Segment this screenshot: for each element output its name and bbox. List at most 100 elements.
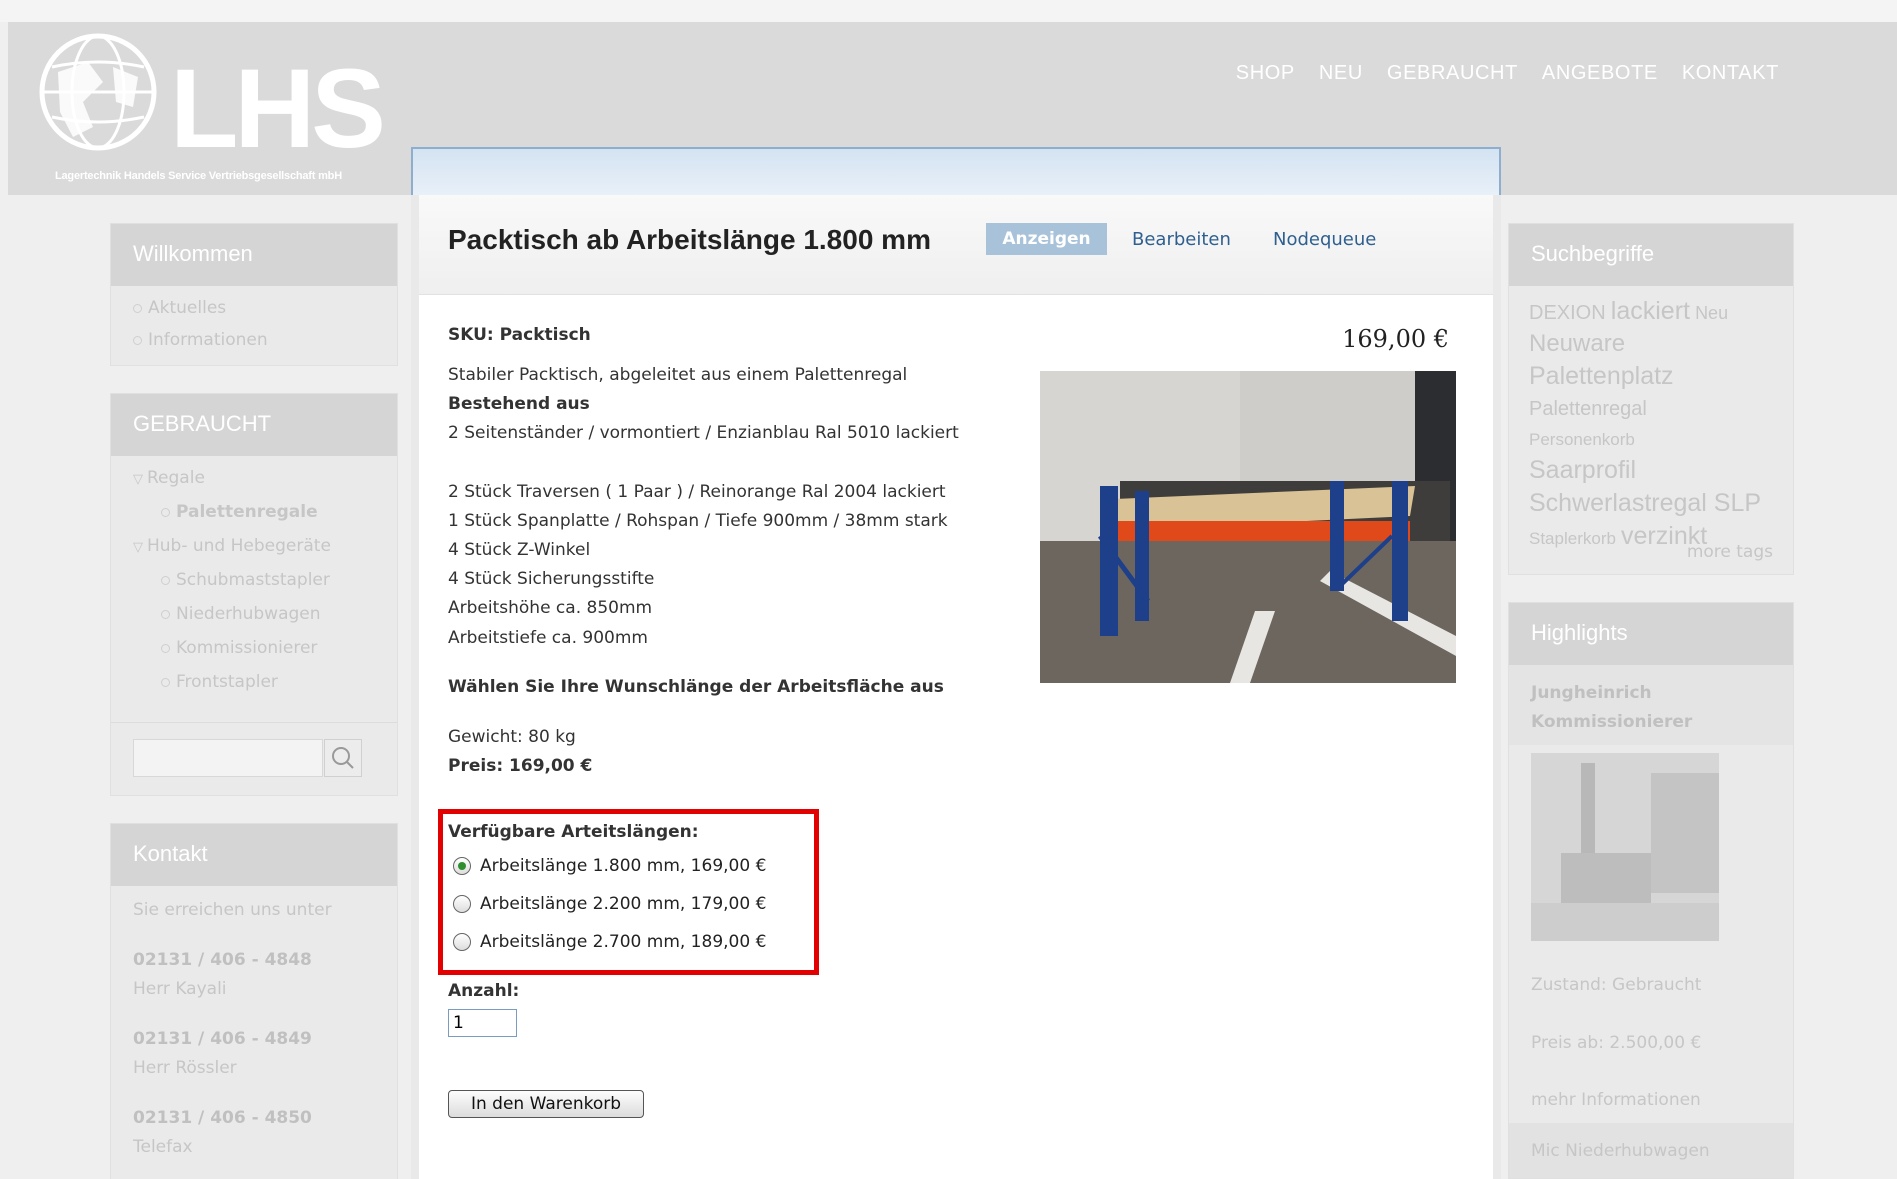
weight-text: Gewicht: 80 kg bbox=[448, 727, 576, 747]
tag-personenkorb[interactable]: Personenkorb bbox=[1529, 430, 1635, 449]
menu-item-palettenregale[interactable]: Palettenregale bbox=[133, 502, 375, 522]
top-strip bbox=[0, 0, 1897, 22]
welcome-title: Willkommen bbox=[111, 224, 397, 286]
menu-item-aktuelles[interactable]: Aktuelles bbox=[133, 298, 375, 318]
desc-line-5: 1 Stück Spanplatte / Rohspan / Tiefe 900… bbox=[448, 511, 948, 531]
option-1800-label: Arbeitslänge 1.800 mm, 169,00 € bbox=[480, 856, 767, 876]
main-nav: SHOP NEU GEBRAUCHT ANGEBOTE KONTAKT bbox=[1236, 62, 1779, 85]
bullet-icon bbox=[161, 507, 170, 517]
nav-gebraucht[interactable]: GEBRAUCHT bbox=[1387, 62, 1518, 85]
site-logo[interactable]: LHS Lagertechnik Handels Service Vertrie… bbox=[38, 32, 408, 192]
option-1800[interactable]: Arbeitslänge 1.800 mm, 169,00 € bbox=[453, 856, 766, 876]
desc-line-4: 2 Stück Traversen ( 1 Paar ) / Reinorang… bbox=[448, 482, 946, 502]
tag-lackiert[interactable]: lackiert bbox=[1611, 297, 1690, 325]
welcome-block: Willkommen Aktuelles Informationen bbox=[110, 223, 398, 366]
menu-item-regale[interactable]: ▽ Regale bbox=[133, 468, 375, 488]
desc-line-1: Stabiler Packtisch, abgeleitet aus einem… bbox=[448, 365, 908, 385]
search-icon bbox=[332, 747, 354, 769]
menu-item-schubmaststapler[interactable]: Schubmaststapler bbox=[133, 570, 375, 590]
content-left-edge bbox=[411, 195, 419, 1179]
nav-kontakt[interactable]: KONTAKT bbox=[1682, 62, 1779, 85]
bullet-icon bbox=[161, 677, 170, 687]
highlight-more-link[interactable]: mehr Informationen bbox=[1531, 1090, 1701, 1110]
tab-anzeigen[interactable]: Anzeigen bbox=[986, 223, 1107, 255]
used-block: GEBRAUCHT ▽ Regale Palettenregale ▽ Hub- u… bbox=[110, 393, 398, 796]
option-2700[interactable]: Arbeitslänge 2.700 mm, 189,00 € bbox=[453, 932, 766, 952]
option-2200[interactable]: Arbeitslänge 2.200 mm, 179,00 € bbox=[453, 894, 766, 914]
forklift-photo bbox=[1531, 753, 1719, 941]
price-line: Preis: 169,00 € bbox=[448, 756, 593, 776]
content-topbar bbox=[411, 147, 1501, 195]
triangle-down-icon: ▽ bbox=[133, 540, 143, 555]
radio-1800[interactable] bbox=[453, 857, 471, 875]
divider bbox=[111, 722, 397, 723]
tag-palettenplatz[interactable]: Palettenplatz bbox=[1529, 362, 1674, 390]
tag-schwerlastregal[interactable]: Schwerlastregal SLP bbox=[1529, 489, 1761, 517]
contact-phone-1: 02131 / 406 - 4848 bbox=[133, 950, 312, 970]
contact-name-2: Herr Rössler bbox=[133, 1058, 237, 1078]
tags-title: Suchbegriffe bbox=[1509, 224, 1793, 286]
tag-saarprofil[interactable]: Saarprofil bbox=[1529, 456, 1636, 484]
more-tags-link[interactable]: more tags bbox=[1687, 542, 1773, 562]
tags-block: Suchbegriffe DEXION lackiert Neu Neuware… bbox=[1508, 223, 1794, 575]
menu-item-hub-hebegeraete[interactable]: ▽ Hub- und Hebegeräte bbox=[133, 536, 375, 556]
menu-item-kommissionierer[interactable]: Kommissionierer bbox=[133, 638, 375, 658]
tag-palettenregal[interactable]: Palettenregal bbox=[1529, 398, 1647, 420]
highlight-condition: Zustand: Gebraucht bbox=[1531, 975, 1702, 995]
nav-angebote[interactable]: ANGEBOTE bbox=[1542, 62, 1658, 85]
nav-shop[interactable]: SHOP bbox=[1236, 62, 1295, 85]
logo-slogan: Lagertechnik Handels Service Vertriebsge… bbox=[55, 170, 342, 182]
attributes-box: Verfügbare Arteitslängen: Arbeitslänge 1… bbox=[438, 809, 819, 975]
tag-staplerkorb[interactable]: Staplerkorb bbox=[1529, 529, 1616, 548]
desc-line-2: Bestehend aus bbox=[448, 394, 590, 414]
contact-phone-2: 02131 / 406 - 4849 bbox=[133, 1029, 312, 1049]
tag-neuware[interactable]: Neuware bbox=[1529, 330, 1625, 357]
radio-2200[interactable] bbox=[453, 895, 471, 913]
svg-text:LHS: LHS bbox=[170, 46, 382, 171]
used-title: GEBRAUCHT bbox=[111, 394, 397, 456]
product-image[interactable] bbox=[1040, 371, 1456, 683]
content-right-edge bbox=[1493, 195, 1501, 1179]
option-2200-label: Arbeitslänge 2.200 mm, 179,00 € bbox=[480, 894, 767, 914]
menu-item-frontstapler[interactable]: Frontstapler bbox=[133, 672, 375, 692]
desc-line-9: Arbeitstiefe ca. 900mm bbox=[448, 628, 648, 648]
radio-2700[interactable] bbox=[453, 933, 471, 951]
nav-neu[interactable]: NEU bbox=[1319, 62, 1363, 85]
add-to-cart-button[interactable]: In den Warenkorb bbox=[448, 1090, 644, 1118]
globe-logo-icon: LHS bbox=[39, 33, 386, 171]
menu-item-niederhubwagen[interactable]: Niederhubwagen bbox=[133, 604, 375, 624]
page-title: Packtisch ab Arbeitslänge 1.800 mm bbox=[448, 224, 931, 255]
bullet-icon bbox=[133, 335, 142, 345]
bullet-icon bbox=[161, 575, 170, 585]
product-price: 169,00 € bbox=[1342, 325, 1449, 353]
tag-dexion[interactable]: DEXION bbox=[1529, 302, 1606, 324]
contact-name-1: Herr Kayali bbox=[133, 979, 227, 999]
attributes-label: Verfügbare Arteitslängen: bbox=[448, 822, 699, 842]
triangle-down-icon: ▽ bbox=[133, 472, 143, 487]
tag-neu[interactable]: Neu bbox=[1695, 303, 1728, 323]
product-sku: SKU: Packtisch bbox=[448, 325, 591, 345]
choose-length-text: Wählen Sie Ihre Wunschlänge der Arbeitsf… bbox=[448, 677, 944, 697]
highlights-title: Highlights bbox=[1509, 603, 1793, 665]
quantity-input[interactable] bbox=[448, 1009, 517, 1037]
desc-line-3: 2 Seitenständer / vormontiert / Enzianbl… bbox=[448, 423, 959, 443]
quantity-label: Anzahl: bbox=[448, 981, 520, 1001]
highlight-name[interactable]: Jungheinrich Kommissionierer bbox=[1531, 679, 1731, 737]
tag-cloud: DEXION lackiert Neu Neuware Palettenplat… bbox=[1529, 296, 1779, 554]
menu-item-informationen[interactable]: Informationen bbox=[133, 330, 375, 350]
highlight-image[interactable] bbox=[1531, 753, 1719, 941]
search-input[interactable] bbox=[133, 739, 323, 777]
desc-line-7: 4 Stück Sicherungsstifte bbox=[448, 569, 655, 589]
highlight-price: Preis ab: 2.500,00 € bbox=[1531, 1033, 1702, 1053]
highlights-block: Highlights Jungheinrich Kommissionierer … bbox=[1508, 602, 1794, 1179]
tab-bearbeiten[interactable]: Bearbeiten bbox=[1132, 229, 1231, 250]
contact-intro: Sie erreichen uns unter bbox=[133, 900, 332, 920]
contact-phone-3: 02131 / 406 - 4850 bbox=[133, 1108, 312, 1128]
contact-block: Kontakt Sie erreichen uns unter 02131 / … bbox=[110, 823, 398, 1179]
tab-nodequeue[interactable]: Nodequeue bbox=[1273, 229, 1376, 250]
option-2700-label: Arbeitslänge 2.700 mm, 189,00 € bbox=[480, 932, 767, 952]
desc-line-6: 4 Stück Z-Winkel bbox=[448, 540, 591, 560]
search-button[interactable] bbox=[324, 739, 362, 777]
next-highlight[interactable]: Mic Niederhubwagen bbox=[1531, 1141, 1710, 1161]
bullet-icon bbox=[161, 643, 170, 653]
